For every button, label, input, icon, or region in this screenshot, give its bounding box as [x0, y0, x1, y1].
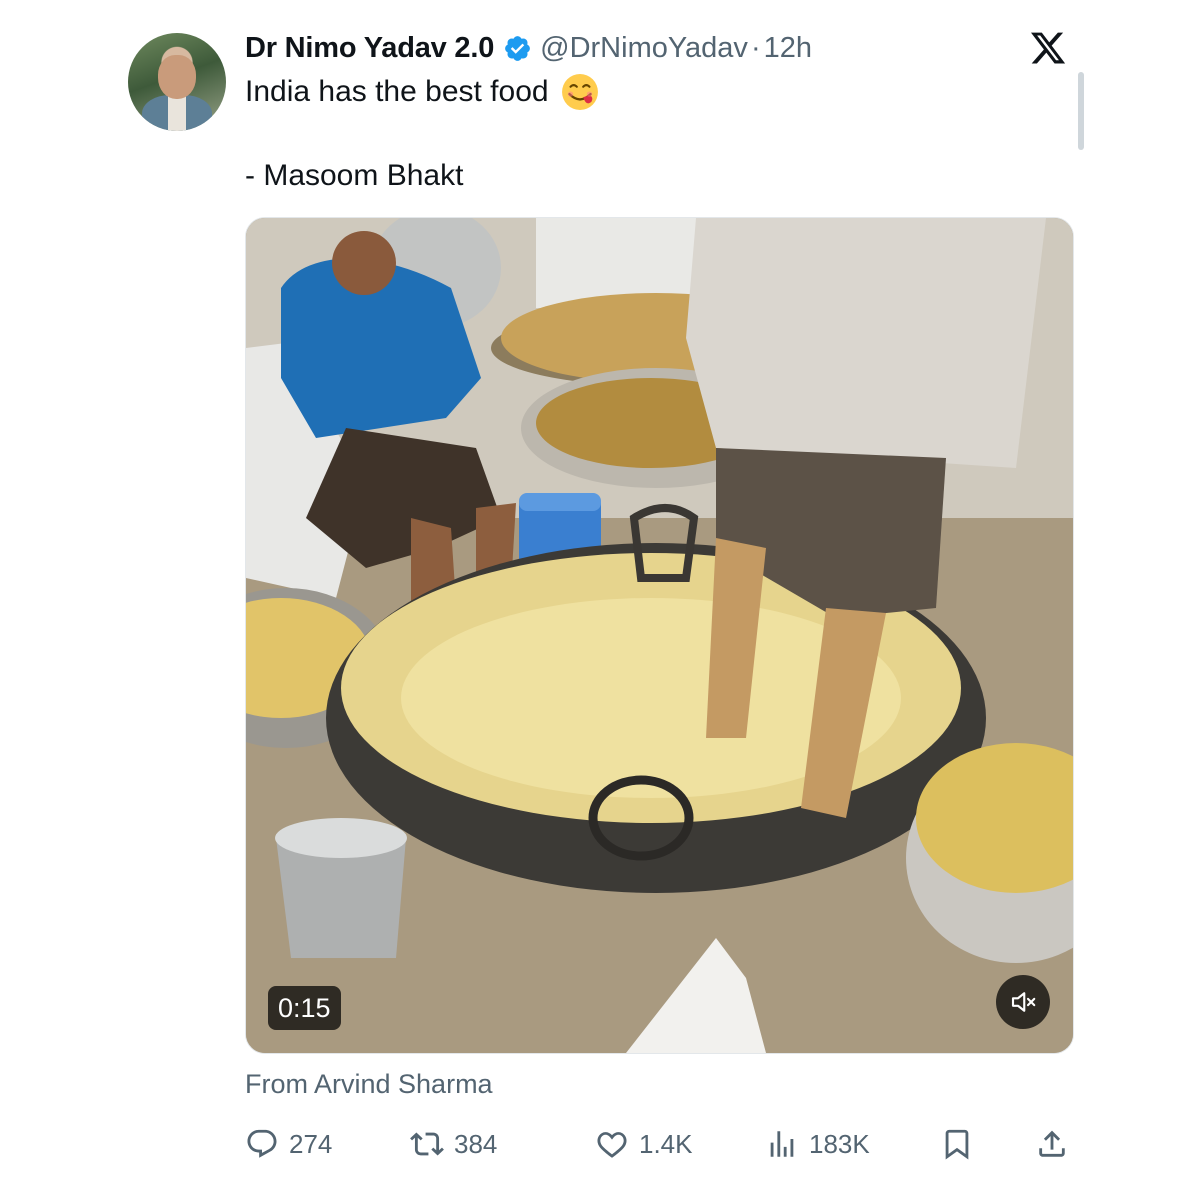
- author-handle[interactable]: @DrNimoYadav: [540, 32, 748, 65]
- verified-badge-icon: [505, 35, 531, 61]
- tweet-header: Dr Nimo Yadav 2.0 @DrNimoYadav · 12h: [245, 30, 812, 66]
- reply-count: 274: [289, 1128, 333, 1159]
- video-player[interactable]: 0:15: [245, 217, 1074, 1054]
- tweet-timestamp[interactable]: 12h: [764, 32, 812, 65]
- video-frame: [246, 218, 1073, 1053]
- header-separator: ·: [750, 31, 761, 64]
- repost-button[interactable]: 384: [410, 1118, 497, 1170]
- bookmark-icon: [945, 1129, 969, 1160]
- repost-icon: [410, 1132, 444, 1156]
- video-attribution[interactable]: From Arvind Sharma: [245, 1069, 493, 1100]
- share-button[interactable]: [1035, 1118, 1069, 1170]
- heart-icon: [597, 1132, 627, 1158]
- reply-icon: [247, 1129, 277, 1158]
- reply-button[interactable]: 274: [245, 1118, 332, 1170]
- tweet-text-line-2: - Masoom Bhakt: [245, 156, 463, 196]
- avatar-collar: [168, 95, 186, 131]
- views-chart-icon: [770, 1131, 794, 1157]
- tweet-text-line-1: India has the best food: [245, 72, 599, 112]
- author-name[interactable]: Dr Nimo Yadav 2.0: [245, 32, 494, 65]
- tweet-action-bar: 274 384 1.4K 183K: [245, 1118, 1075, 1170]
- repost-count: 384: [454, 1128, 498, 1159]
- bookmark-button[interactable]: [940, 1118, 974, 1170]
- face-savoring-food-emoji-icon: [561, 74, 598, 110]
- mute-toggle-button[interactable]: [996, 975, 1050, 1029]
- like-button[interactable]: 1.4K: [595, 1118, 693, 1170]
- like-count: 1.4K: [639, 1128, 693, 1159]
- share-icon: [1039, 1130, 1065, 1157]
- tweet-text-signature: - Masoom Bhakt: [245, 159, 464, 192]
- views-count: 183K: [809, 1128, 870, 1159]
- video-duration: 0:15: [268, 986, 341, 1030]
- author-avatar[interactable]: [128, 33, 226, 131]
- scrollbar-thumb[interactable]: [1078, 72, 1084, 150]
- tweet-text: India has the best food: [245, 75, 549, 108]
- views-button[interactable]: 183K: [765, 1118, 870, 1170]
- x-logo-icon: [1030, 32, 1066, 64]
- avatar-face: [158, 55, 196, 99]
- speaker-muted-icon: [1011, 992, 1036, 1012]
